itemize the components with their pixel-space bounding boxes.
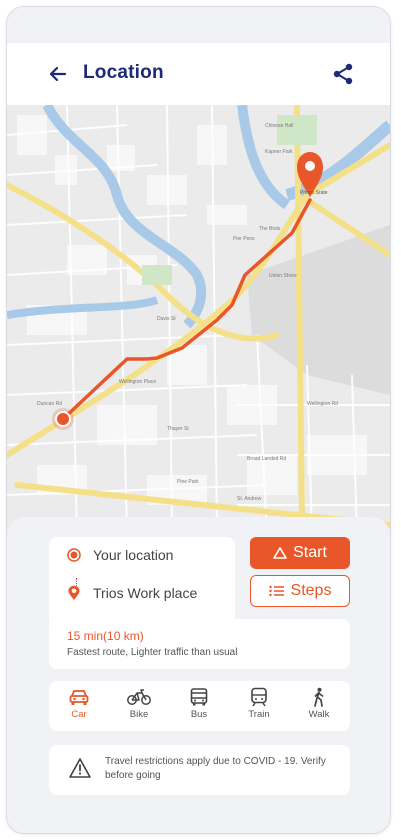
eta-time: 15 min(10 km) xyxy=(67,629,144,643)
mode-bike[interactable]: Bike xyxy=(117,687,161,727)
page-title: Location xyxy=(83,62,164,83)
map-label: The Birds xyxy=(259,226,281,232)
mode-car-label: Car xyxy=(71,709,87,720)
route-map[interactable]: Chinese Hall Kapner Park The Birds Pier … xyxy=(7,105,390,535)
mode-walk[interactable]: Walk xyxy=(297,687,341,727)
mode-bus-label: Bus xyxy=(190,709,208,720)
map-label: Kapner Park xyxy=(265,149,293,155)
map-label: Wellington Place xyxy=(119,379,156,385)
start-button[interactable]: Start xyxy=(250,537,350,569)
start-label: Start xyxy=(293,544,327,561)
location-pin-icon xyxy=(68,585,80,600)
mode-car[interactable]: Car xyxy=(57,687,101,727)
map-label: St. Andrew xyxy=(237,496,262,502)
map-label: Pine Park xyxy=(177,479,199,485)
origin-dot-icon xyxy=(67,548,81,562)
steps-label: Steps xyxy=(290,582,332,599)
mode-train-label: Train xyxy=(248,709,270,720)
list-icon xyxy=(268,585,284,597)
map-label: Union Shore xyxy=(269,273,297,279)
map-label: Duncan Rd xyxy=(37,401,62,407)
notice-text: Travel restrictions apply due to COVID -… xyxy=(105,756,326,781)
map-label: Pier Pens xyxy=(233,236,255,242)
travel-mode-bar: Car Bike Bus Train Walk xyxy=(49,681,350,731)
navigate-triangle-icon xyxy=(273,547,287,559)
warning-icon xyxy=(69,758,91,778)
status-bar-area xyxy=(7,7,390,43)
destination-map-label: Prince Srate xyxy=(300,190,328,196)
travel-notice-card: Travel restrictions apply due to COVID -… xyxy=(49,745,350,795)
back-button[interactable] xyxy=(45,61,71,87)
share-button[interactable] xyxy=(330,61,356,87)
route-card: Your location Trios Work place xyxy=(49,537,235,627)
bike-icon xyxy=(127,689,151,705)
map-canvas[interactable]: Chinese Hall Kapner Park The Birds Pier … xyxy=(7,105,390,535)
train-icon xyxy=(251,687,267,707)
destination-text: Trios Work place xyxy=(93,585,198,601)
map-label: Davis St xyxy=(157,316,176,322)
map-label: Broad Landed Rd xyxy=(247,456,286,462)
route-details-sheet: Your location Trios Work place Start Ste… xyxy=(7,517,390,833)
origin-text: Your location xyxy=(93,547,174,563)
origin-marker[interactable] xyxy=(52,408,74,430)
map-label: Wellington Rd xyxy=(307,401,338,407)
arrow-left-icon xyxy=(49,66,67,82)
mode-train[interactable]: Train xyxy=(237,687,281,727)
car-icon xyxy=(69,690,89,705)
map-label: Thayer St xyxy=(167,426,189,432)
mode-bike-label: Bike xyxy=(129,709,149,720)
walk-icon xyxy=(314,687,324,707)
origin-row[interactable]: Your location xyxy=(67,545,173,565)
mode-walk-label: Walk xyxy=(308,709,330,720)
mode-bus[interactable]: Bus xyxy=(177,687,221,727)
app-header: Location xyxy=(7,43,390,105)
eta-description: Fastest route, Lighter traffic than usua… xyxy=(67,647,238,658)
bus-icon xyxy=(190,688,208,706)
phone-frame: Location Chinese Hall Kapner Park The Bi… xyxy=(6,6,391,834)
eta-card: 15 min(10 km) Fastest route, Lighter tra… xyxy=(49,619,350,669)
steps-button[interactable]: Steps xyxy=(250,575,350,607)
map-label: Chinese Hall xyxy=(265,123,293,129)
share-icon xyxy=(333,63,353,85)
destination-row[interactable]: Trios Work place xyxy=(67,583,197,603)
